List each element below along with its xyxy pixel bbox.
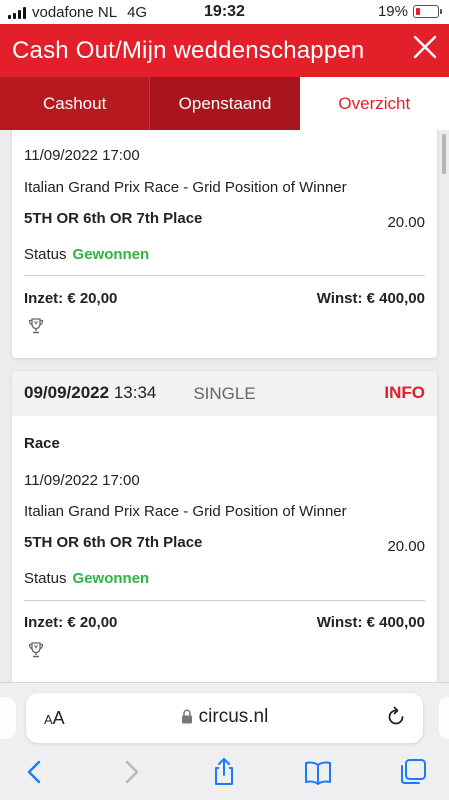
forward-icon[interactable] (116, 757, 146, 787)
bet-card: 11/09/2022 17:00 Italian Grand Prix Race… (12, 130, 437, 358)
status-label: Status (24, 570, 67, 587)
bet-card: 09/09/2022 13:34 SINGLE INFO Race 11/09/… (12, 371, 437, 682)
tab-cashout[interactable]: Cashout (0, 77, 151, 130)
share-icon[interactable] (209, 757, 239, 787)
browser-toolbar: AA circus.nl (0, 682, 449, 800)
previous-tab-preview[interactable] (0, 697, 16, 739)
close-icon[interactable] (411, 33, 439, 61)
status-badge: Gewonnen (72, 570, 150, 587)
battery-icon (413, 5, 442, 18)
status-badge: Gewonnen (72, 246, 150, 263)
status-label: Status (24, 246, 67, 263)
info-link[interactable]: INFO (384, 383, 425, 403)
odds-value: 20.00 (387, 538, 425, 555)
back-icon[interactable] (20, 757, 50, 787)
divider (24, 600, 425, 601)
bet-type: SINGLE (193, 384, 256, 403)
tab-overzicht[interactable]: Overzicht (299, 77, 449, 130)
reload-icon[interactable] (385, 706, 407, 728)
battery-percent: 19% (377, 3, 408, 20)
bet-card-header: 09/09/2022 13:34 SINGLE INFO (12, 371, 437, 416)
stake-amount: Inzet: € 20,00 (24, 290, 118, 307)
trophy-icon (28, 318, 44, 334)
app-header: Cash Out/Mijn weddenschappen (0, 24, 449, 77)
event-datetime: 11/09/2022 17:00 (24, 472, 140, 489)
bets-list[interactable]: 11/09/2022 17:00 Italian Grand Prix Race… (0, 130, 449, 682)
bookmarks-icon[interactable] (303, 757, 333, 787)
url-text: circus.nl (198, 706, 269, 727)
address-bar[interactable]: AA circus.nl (26, 693, 423, 743)
tab-bar: Cashout Openstaand Overzicht (0, 77, 449, 130)
scrollbar[interactable] (442, 134, 446, 174)
win-amount: Winst: € 400,00 (316, 290, 425, 307)
event-name: Race (24, 435, 60, 452)
status-row: Status Gewonnen (24, 246, 149, 263)
url-display[interactable]: circus.nl (26, 706, 423, 728)
status-bar: vodafone NL 4G 19:32 19% (0, 0, 449, 24)
tab-openstaand[interactable]: Openstaand (150, 77, 300, 130)
lock-icon (181, 709, 192, 724)
trophy-icon (28, 642, 44, 658)
browser-nav (0, 753, 449, 793)
divider (24, 275, 425, 276)
next-tab-preview[interactable] (439, 697, 449, 739)
selection-name: 5TH OR 6th OR 7th Place (24, 534, 203, 551)
market-name: Italian Grand Prix Race - Grid Position … (24, 503, 347, 520)
win-amount: Winst: € 400,00 (316, 614, 425, 631)
event-datetime: 11/09/2022 17:00 (24, 147, 140, 164)
stake-amount: Inzet: € 20,00 (24, 614, 118, 631)
odds-value: 20.00 (387, 214, 425, 231)
market-name: Italian Grand Prix Race - Grid Position … (24, 179, 347, 196)
page-title: Cash Out/Mijn weddenschappen (12, 37, 365, 64)
tabs-icon[interactable] (398, 757, 428, 787)
selection-name: 5TH OR 6th OR 7th Place (24, 210, 203, 227)
status-row: Status Gewonnen (24, 570, 149, 587)
